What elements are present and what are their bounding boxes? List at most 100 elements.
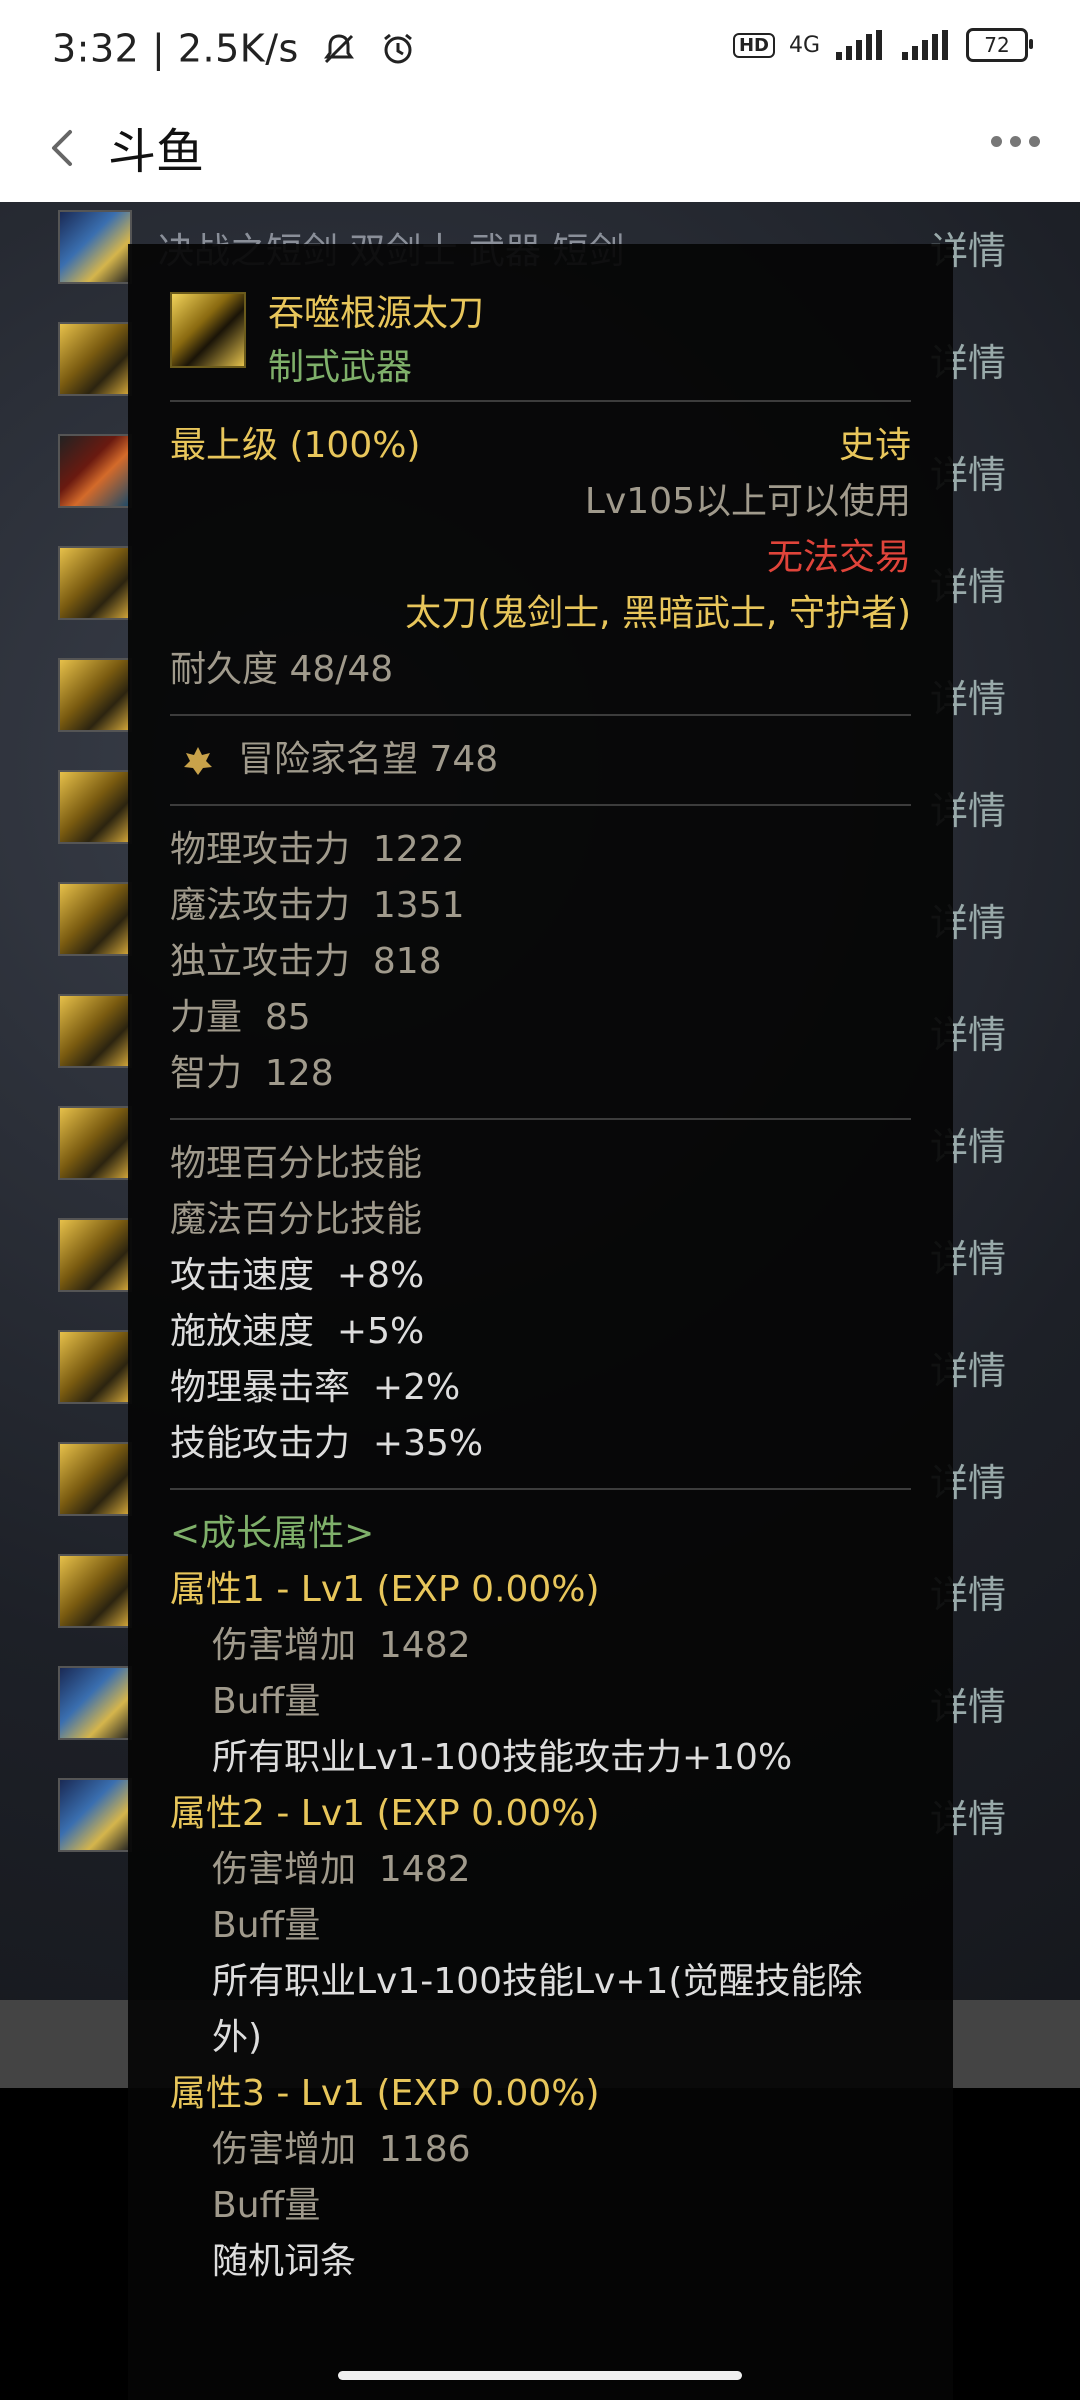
divider <box>170 804 911 806</box>
stat-value: 818 <box>372 941 442 982</box>
item-thumbnail <box>58 1778 132 1852</box>
tooltip-content: 吞噬根源太刀 制式武器 最上级 (100%) 史诗 Lv105以上可以使用 无法… <box>170 292 911 2290</box>
network-type: 4G <box>788 32 820 58</box>
rarity-label: 史诗 <box>838 425 911 466</box>
growth-attr-title: 属性2 - Lv1 (EXP 0.00%) <box>170 1793 600 1834</box>
stat-row: 智力 128 <box>170 1046 911 1102</box>
bonus-value: +5% <box>336 1311 425 1352</box>
reputation-value: 冒险家名望 748 <box>238 739 499 780</box>
stat-row: 力量 85 <box>170 990 911 1046</box>
stat-value: 128 <box>264 1053 334 1094</box>
dmg-value: 1186 <box>378 2129 471 2170</box>
divider <box>170 714 911 716</box>
growth-buff: Buff量 <box>212 2185 321 2226</box>
dmg-value: 1482 <box>378 1849 471 1890</box>
stat-label: 魔法攻击力 <box>170 885 351 926</box>
item-thumbnail <box>58 1666 132 1740</box>
grade-row: 最上级 (100%) 史诗 <box>170 418 911 474</box>
stat-label: 力量 <box>170 997 243 1038</box>
item-thumbnail <box>58 770 132 844</box>
more-options-icon[interactable] <box>991 136 1040 147</box>
divider <box>170 1488 911 1490</box>
battery-icon: 72 <box>966 28 1033 62</box>
bonus-label: 施放速度 <box>170 1311 315 1352</box>
item-thumbnail <box>58 322 132 396</box>
bonus-label: 物理暴击率 <box>170 1367 351 1408</box>
dmg-label: 伤害增加 <box>212 2129 357 2170</box>
growth-buff: Buff量 <box>212 1905 321 1946</box>
item-thumbnail <box>58 1442 132 1516</box>
growth-dmg-row: 伤害增加 1482 <box>170 1618 911 1674</box>
bonus-row: 攻击速度 +8% <box>170 1248 911 1304</box>
item-thumbnail <box>58 546 132 620</box>
growth-dmg-row: 伤害增加 1186 <box>170 2122 911 2178</box>
alarm-icon <box>384 33 412 63</box>
hd-badge: HD <box>732 32 775 58</box>
item-tooltip: 吞噬根源太刀 制式武器 最上级 (100%) 史诗 Lv105以上可以使用 无法… <box>128 244 953 2400</box>
stat-value: 1351 <box>372 885 465 926</box>
item-thumbnail <box>58 1106 132 1180</box>
item-thumbnail <box>58 1554 132 1628</box>
bell-muted-icon <box>324 33 355 63</box>
item-thumbnail <box>58 210 132 284</box>
mag-pct-skill: 魔法百分比技能 <box>170 1199 423 1240</box>
bonus-row: 技能攻击力 +35% <box>170 1416 911 1472</box>
growth-attr-title: 属性1 - Lv1 (EXP 0.00%) <box>170 1569 600 1610</box>
growth-buff: Buff量 <box>212 1681 321 1722</box>
durability: 耐久度 48/48 <box>170 649 394 690</box>
bonus-value: +2% <box>372 1367 461 1408</box>
bonus-row: 物理暴击率 +2% <box>170 1360 911 1416</box>
stat-label: 智力 <box>170 1053 243 1094</box>
back-arrow-icon[interactable] <box>36 120 92 176</box>
dmg-label: 伤害增加 <box>212 1849 357 1890</box>
item-type: 制式武器 <box>268 347 413 388</box>
growth-title: <成长属性> <box>170 1513 375 1554</box>
growth-dmg-row: 伤害增加 1482 <box>170 1842 911 1898</box>
stat-row: 魔法攻击力 1351 <box>170 878 911 934</box>
stat-row: 独立攻击力 818 <box>170 934 911 990</box>
dmg-label: 伤害增加 <box>212 1625 357 1666</box>
nav-bar: 斗鱼 <box>0 98 1080 202</box>
item-thumbnail <box>58 1218 132 1292</box>
signal-icon <box>836 30 882 60</box>
level-requirement-row: Lv105以上可以使用 <box>170 474 911 530</box>
growth-effect: 所有职业Lv1-100技能攻击力+10% <box>212 1737 793 1778</box>
weapon-icon <box>170 292 246 368</box>
level-requirement: Lv105以上可以使用 <box>584 481 911 522</box>
stat-row: 物理攻击力 1222 <box>170 822 911 878</box>
stat-label: 物理攻击力 <box>170 829 351 870</box>
status-left: 3:32 | 2.5K/s <box>52 24 416 71</box>
home-indicator[interactable] <box>338 2371 742 2380</box>
bonus-value: +35% <box>372 1423 484 1464</box>
growth-attr-title: 属性3 - Lv1 (EXP 0.00%) <box>170 2073 600 2114</box>
reputation-icon <box>184 747 212 775</box>
status-right: HD 4G 72 <box>732 28 1033 62</box>
dmg-value: 1482 <box>378 1625 471 1666</box>
bonus-label: 技能攻击力 <box>170 1423 351 1464</box>
item-name: 吞噬根源太刀 <box>268 293 485 334</box>
divider <box>170 1118 911 1120</box>
item-header: 吞噬根源太刀 制式武器 <box>170 292 911 388</box>
bonus-row: 施放速度 +5% <box>170 1304 911 1360</box>
bonus-label: 攻击速度 <box>170 1255 315 1296</box>
trade-status: 无法交易 <box>766 537 911 578</box>
growth-effect: 随机词条 <box>212 2241 357 2282</box>
item-thumbnail <box>58 434 132 508</box>
growth-effect-cont: 外) <box>212 2017 263 2058</box>
network-speed: 2.5K/s <box>177 26 299 71</box>
separator: | <box>151 26 166 71</box>
bonus-value: +8% <box>336 1255 425 1296</box>
grade-percent: (100%) <box>289 425 421 466</box>
battery-level: 72 <box>984 33 1010 57</box>
stat-value: 1222 <box>372 829 465 870</box>
page-title: 斗鱼 <box>108 124 205 180</box>
item-thumbnail <box>58 882 132 956</box>
reputation-row: 冒险家名望 748 <box>170 732 911 788</box>
signal-icon-2 <box>902 30 948 60</box>
stat-label: 独立攻击力 <box>170 941 351 982</box>
item-thumbnail <box>58 1330 132 1404</box>
item-thumbnail <box>58 994 132 1068</box>
class-row: 太刀(鬼剑士, 黑暗武士, 守护者) <box>170 586 911 642</box>
trade-row: 无法交易 <box>170 530 911 586</box>
status-bar: 3:32 | 2.5K/s HD 4G 72 <box>0 0 1080 98</box>
